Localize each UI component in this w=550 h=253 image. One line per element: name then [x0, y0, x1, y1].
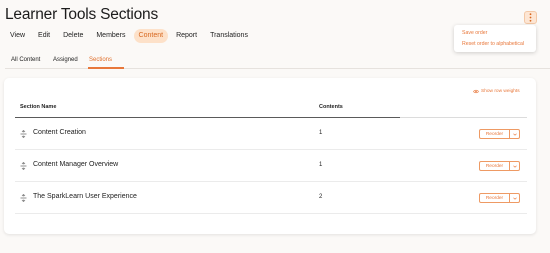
chevron-down-icon[interactable] [510, 162, 519, 170]
nav-item-edit[interactable]: Edit [33, 29, 55, 43]
page-title: Learner Tools Sections [5, 6, 158, 23]
nav-item-translations[interactable]: Translations [205, 29, 253, 43]
table-row: Content Creation 1 Reorder [15, 118, 527, 150]
nav-item-view[interactable]: View [5, 29, 30, 43]
tab-sections[interactable]: Sections [89, 56, 112, 64]
eye-icon [473, 89, 479, 94]
nav-item-delete[interactable]: Delete [58, 29, 88, 43]
reorder-label[interactable]: Reorder [480, 130, 510, 138]
top-navigation: View Edit Delete Members Content Report … [5, 29, 256, 43]
menu-item-reset-order[interactable]: Reset order to alphabetical [462, 39, 528, 50]
reorder-button[interactable]: Reorder [479, 193, 520, 203]
contents-count: 2 [319, 194, 323, 200]
reorder-label[interactable]: Reorder [480, 162, 510, 170]
show-row-weights-link[interactable]: Show row weights [473, 89, 520, 94]
chevron-down-icon[interactable] [510, 130, 519, 138]
active-tab-indicator [88, 67, 124, 69]
reorder-label[interactable]: Reorder [480, 194, 510, 202]
content-subtabs: All Content Assigned Sections [5, 54, 550, 69]
section-name[interactable]: The SparkLearn User Experience [33, 193, 137, 200]
reorder-button[interactable]: Reorder [479, 129, 520, 139]
options-dropdown-menu: Save order Reset order to alphabetical [454, 25, 536, 52]
column-header-section-name: Section Name [20, 104, 57, 110]
table-row: Content Manager Overview 1 Reorder [15, 150, 527, 182]
contents-count: 1 [319, 162, 323, 168]
drag-handle-icon[interactable] [20, 194, 27, 202]
reorder-button[interactable]: Reorder [479, 161, 520, 171]
section-name[interactable]: Content Creation [33, 129, 86, 136]
nav-item-members[interactable]: Members [91, 29, 130, 43]
kebab-menu-icon [529, 13, 532, 22]
table-row: The SparkLearn User Experience 2 Reorder [15, 182, 527, 214]
chevron-down-icon[interactable] [510, 194, 519, 202]
tab-all-content[interactable]: All Content [11, 56, 40, 64]
section-name[interactable]: Content Manager Overview [33, 161, 118, 168]
tab-assigned[interactable]: Assigned [53, 56, 78, 64]
nav-item-content[interactable]: Content [133, 29, 169, 43]
nav-item-report[interactable]: Report [171, 29, 202, 43]
contents-count: 1 [319, 130, 323, 136]
show-row-weights-label: Show row weights [481, 89, 520, 94]
column-header-contents: Contents [319, 104, 343, 110]
menu-item-save-order[interactable]: Save order [462, 28, 528, 39]
drag-handle-icon[interactable] [20, 162, 27, 170]
kebab-menu-button[interactable] [524, 11, 537, 24]
drag-handle-icon[interactable] [20, 130, 27, 138]
